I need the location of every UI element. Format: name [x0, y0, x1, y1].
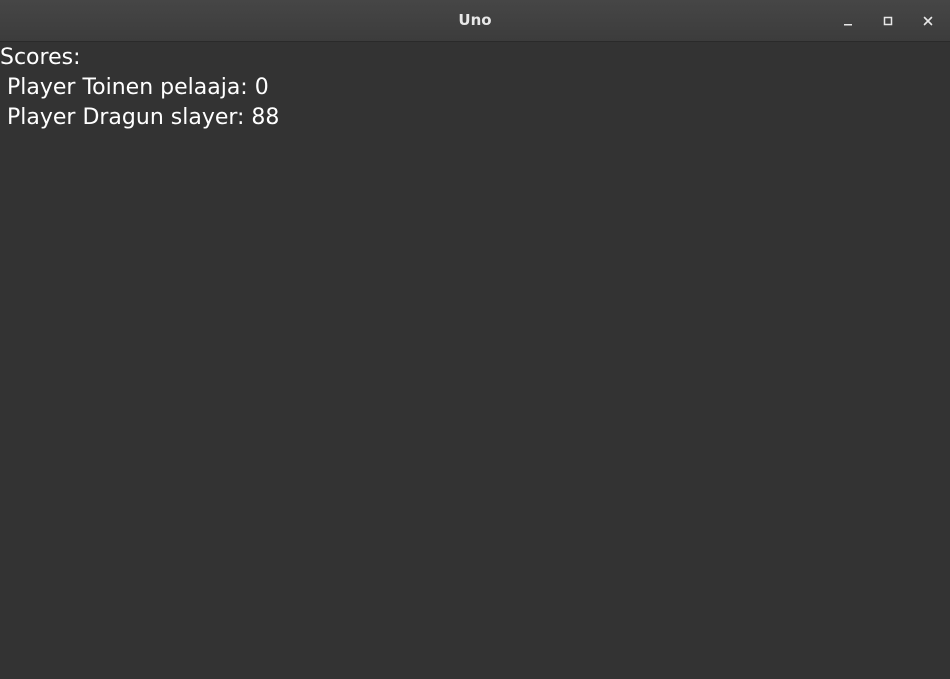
minimize-button[interactable]	[837, 10, 859, 32]
title-bar[interactable]: Uno	[0, 0, 950, 42]
app-window: Uno Scores: Player Toinen pelaaja: 0 Pla…	[0, 0, 950, 679]
window-title: Uno	[458, 11, 492, 29]
minimize-icon	[842, 15, 854, 27]
score-line-player-1: Player Toinen pelaaja: 0	[0, 75, 269, 100]
scores-panel: Scores: Player Toinen pelaaja: 0 Player …	[0, 42, 950, 679]
score-line-player-2: Player Dragun slayer: 88	[0, 105, 280, 130]
scores-heading: Scores:	[0, 45, 81, 70]
close-button[interactable]	[917, 10, 939, 32]
maximize-button[interactable]	[877, 10, 899, 32]
maximize-icon	[882, 15, 894, 27]
close-icon	[922, 15, 934, 27]
